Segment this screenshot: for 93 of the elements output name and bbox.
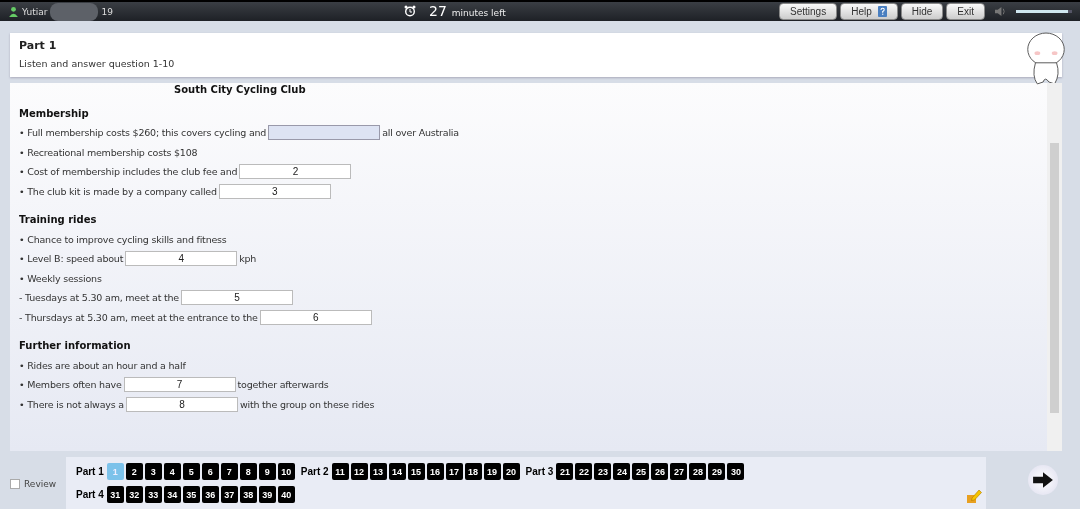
help-icon <box>877 6 887 17</box>
toolbar-button[interactable]: Help <box>840 3 898 20</box>
arrow-icon <box>1032 471 1054 489</box>
question-button[interactable]: 35 <box>182 486 200 503</box>
toolbar-button[interactable]: Settings <box>779 3 838 20</box>
question-button[interactable]: 18 <box>464 463 482 480</box>
question-button[interactable]: 32 <box>125 486 143 503</box>
question-text: • Rides are about an hour and a half <box>19 359 186 371</box>
speaker-icon <box>994 6 1007 17</box>
question-button[interactable]: 22 <box>575 463 593 480</box>
question-text: • There is not always a <box>19 398 124 410</box>
review-label: Review <box>24 479 57 489</box>
answer-field[interactable]: 6 <box>259 310 372 326</box>
question-button[interactable]: 28 <box>689 463 707 480</box>
time-remaining: 27 <box>429 3 447 19</box>
question-button[interactable]: 19 <box>483 463 501 480</box>
part-label: Part 4 <box>76 489 104 500</box>
question-text: • Cost of membership includes the club fee and <box>19 166 238 178</box>
toolbar-button[interactable]: Hide <box>900 3 944 20</box>
question-text: kph <box>239 253 257 265</box>
answer-field[interactable]: 2 <box>239 164 352 180</box>
question-text: - Tuesdays at 5.30 am, meet at the <box>19 292 179 304</box>
question-button[interactable]: 31 <box>106 486 124 503</box>
question-button[interactable]: 2 <box>125 463 143 480</box>
part-instruction: Listen and answer question 1-10 <box>19 58 176 69</box>
question-button[interactable]: 39 <box>258 486 276 503</box>
toolbar-button[interactable]: Exit <box>946 3 985 20</box>
time-label: minutes left <box>451 8 506 18</box>
part-label: Part 2 <box>300 466 329 477</box>
question-button[interactable]: 16 <box>426 463 444 480</box>
answer-field[interactable]: 5 <box>180 290 293 306</box>
user-name: Yutiar <box>22 6 48 17</box>
question-button[interactable]: 26 <box>651 463 669 480</box>
answer-field[interactable]: 3 <box>218 184 331 200</box>
question-text: - Thursdays at 5.30 am, meet at the entrance to the <box>19 312 258 324</box>
question-button[interactable]: 4 <box>163 463 181 480</box>
question-button[interactable]: 13 <box>369 463 387 480</box>
question-button[interactable]: 23 <box>594 463 612 480</box>
part-title: Part 1 <box>19 39 58 52</box>
question-text: • Weekly sessions <box>19 272 102 284</box>
passage-title: South City Cycling Club <box>174 84 307 95</box>
question-button[interactable]: 24 <box>613 463 631 480</box>
question-text: all over Australia <box>382 127 459 139</box>
review-checkbox[interactable]: Review <box>10 479 58 489</box>
section-heading: Further information <box>19 340 132 352</box>
answer-field[interactable]: 4 <box>125 251 238 267</box>
question-text: • Full membership costs $260; this covers cycling and <box>19 127 267 139</box>
question-button[interactable]: 14 <box>388 463 406 480</box>
question-button[interactable]: 21 <box>556 463 574 480</box>
section-heading: Membership <box>19 108 90 119</box>
part-label: Part 1 <box>76 466 104 477</box>
question-text: with the group on these rides <box>239 398 375 410</box>
question-button[interactable]: 8 <box>239 463 257 480</box>
question-button[interactable]: 34 <box>163 486 181 503</box>
question-button[interactable]: 33 <box>144 486 162 503</box>
question-button[interactable]: 38 <box>239 486 257 503</box>
question-text: • Level B: speed about <box>19 253 124 265</box>
question-button[interactable]: 27 <box>670 463 688 480</box>
question-button[interactable]: 17 <box>445 463 463 480</box>
question-button[interactable]: 3 <box>144 463 162 480</box>
question-text: • The club kit is made by a company called <box>19 186 217 198</box>
question-button[interactable]: 40 <box>277 486 295 503</box>
question-button[interactable]: 25 <box>632 463 650 480</box>
question-button[interactable]: 30 <box>727 463 745 480</box>
answer-field[interactable] <box>268 125 381 141</box>
person-icon <box>8 6 19 17</box>
question-button[interactable]: 7 <box>220 463 238 480</box>
question-text: • Members often have <box>19 379 122 391</box>
question-button[interactable]: 5 <box>182 463 200 480</box>
part-label: Part 3 <box>525 466 554 477</box>
question-text: • Chance to improve cycling skills and fitness <box>19 233 227 245</box>
question-button[interactable]: 11 <box>331 463 349 480</box>
question-button[interactable]: 15 <box>407 463 425 480</box>
question-button[interactable]: 9 <box>258 463 276 480</box>
question-button[interactable]: 20 <box>502 463 520 480</box>
question-button[interactable]: 6 <box>201 463 219 480</box>
question-button[interactable]: 37 <box>220 486 238 503</box>
question-button[interactable]: 10 <box>277 463 295 480</box>
user-name-suffix: 19 <box>101 6 113 17</box>
question-button[interactable]: 12 <box>350 463 368 480</box>
next-button[interactable] <box>1028 465 1058 495</box>
pencil-icon[interactable] <box>966 488 982 504</box>
question-button[interactable]: 36 <box>201 486 219 503</box>
answer-field[interactable]: 8 <box>125 396 238 412</box>
question-text: together afterwards <box>237 379 329 391</box>
answer-field[interactable]: 7 <box>123 377 236 393</box>
question-text: • Recreational membership costs $108 <box>19 146 198 158</box>
volume-slider[interactable] <box>1016 10 1072 13</box>
question-button[interactable]: 29 <box>708 463 726 480</box>
blur-patch <box>50 2 99 21</box>
section-heading: Training rides <box>19 214 98 226</box>
scroll-bar[interactable] <box>1047 83 1062 451</box>
alarm-clock-icon <box>404 5 416 17</box>
